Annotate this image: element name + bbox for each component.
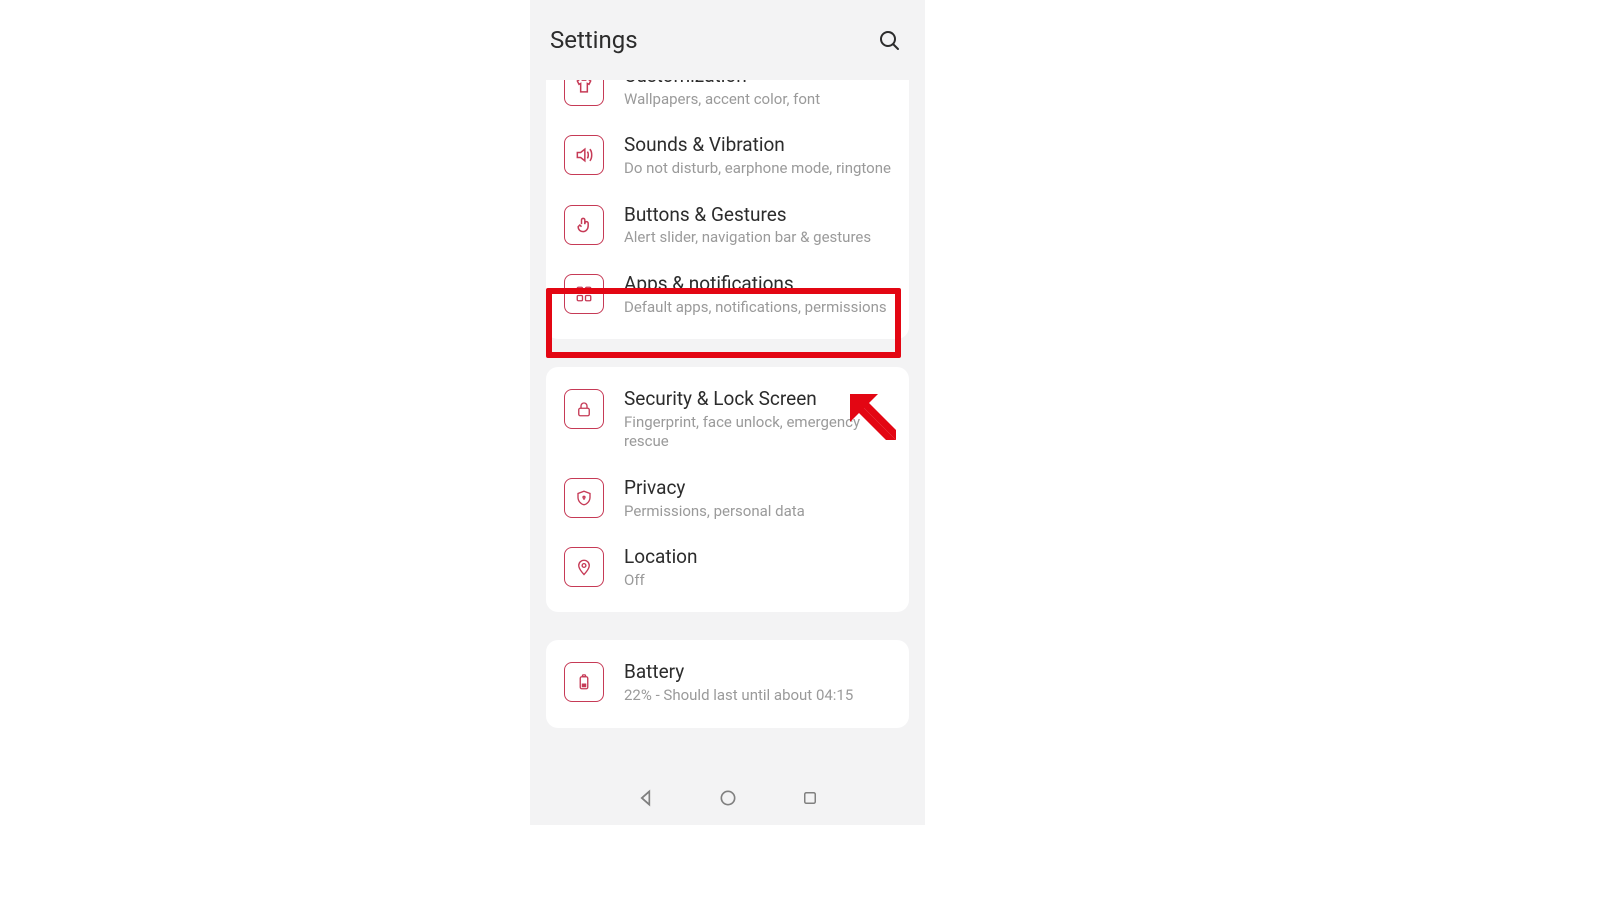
item-title: Security & Lock Screen: [624, 387, 891, 411]
item-text: Privacy Permissions, personal data: [624, 476, 891, 521]
item-text: Apps & notifications Default apps, notif…: [624, 272, 891, 317]
nav-recents-button[interactable]: [799, 787, 821, 809]
nav-back-button[interactable]: [635, 787, 657, 809]
apps-icon: [564, 274, 604, 314]
item-subtitle: 22% - Should last until about 04:15: [624, 686, 891, 706]
settings-header: Settings: [530, 0, 925, 80]
item-subtitle: Permissions, personal data: [624, 502, 891, 522]
circle-icon: [718, 788, 738, 808]
settings-card-security: Security & Lock Screen Fingerprint, face…: [546, 367, 909, 612]
item-title: Buttons & Gestures: [624, 203, 891, 227]
settings-item-security[interactable]: Security & Lock Screen Fingerprint, face…: [546, 375, 909, 464]
stage: Settings Customizat: [0, 0, 1600, 900]
settings-item-customization[interactable]: Customization Wallpapers, accent color, …: [546, 80, 909, 121]
settings-scroll[interactable]: Customization Wallpapers, accent color, …: [530, 80, 925, 770]
item-subtitle: Fingerprint, face unlock, emergency resc…: [624, 413, 891, 452]
settings-card-battery: Battery 22% - Should last until about 04…: [546, 640, 909, 727]
item-text: Battery 22% - Should last until about 04…: [624, 660, 891, 705]
item-subtitle: Do not disturb, earphone mode, ringtone: [624, 159, 891, 179]
item-text: Sounds & Vibration Do not disturb, earph…: [624, 133, 891, 178]
item-text: Location Off: [624, 545, 891, 590]
item-subtitle: Alert slider, navigation bar & gestures: [624, 228, 891, 248]
square-icon: [801, 789, 819, 807]
item-title: Sounds & Vibration: [624, 133, 891, 157]
search-button[interactable]: [875, 26, 903, 54]
gesture-icon: [564, 205, 604, 245]
item-subtitle: Wallpapers, accent color, font: [624, 90, 891, 110]
settings-item-sounds[interactable]: Sounds & Vibration Do not disturb, earph…: [546, 121, 909, 190]
item-title: Location: [624, 545, 891, 569]
page-title: Settings: [550, 26, 638, 54]
settings-item-battery[interactable]: Battery 22% - Should last until about 04…: [546, 648, 909, 717]
back-icon: [636, 788, 656, 808]
item-subtitle: Off: [624, 571, 891, 591]
item-title: Battery: [624, 660, 891, 684]
settings-card-personalization: Customization Wallpapers, accent color, …: [546, 80, 909, 339]
sound-icon: [564, 135, 604, 175]
item-text: Customization Wallpapers, accent color, …: [624, 80, 891, 109]
lock-icon: [564, 389, 604, 429]
item-title: Apps & notifications: [624, 272, 891, 296]
system-nav-bar: [530, 770, 925, 825]
item-text: Buttons & Gestures Alert slider, navigat…: [624, 203, 891, 248]
settings-item-location[interactable]: Location Off: [546, 533, 909, 602]
shield-icon: [564, 478, 604, 518]
phone-screen: Settings Customizat: [530, 0, 925, 825]
shirt-icon: [564, 80, 604, 106]
battery-icon: [564, 662, 604, 702]
item-title: Privacy: [624, 476, 891, 500]
item-subtitle: Default apps, notifications, permissions: [624, 298, 891, 318]
location-icon: [564, 547, 604, 587]
settings-item-buttons[interactable]: Buttons & Gestures Alert slider, navigat…: [546, 191, 909, 260]
item-title: Customization: [624, 80, 891, 88]
settings-item-apps[interactable]: Apps & notifications Default apps, notif…: [546, 260, 909, 329]
settings-item-privacy[interactable]: Privacy Permissions, personal data: [546, 464, 909, 533]
nav-home-button[interactable]: [717, 787, 739, 809]
search-icon: [877, 28, 901, 52]
item-text: Security & Lock Screen Fingerprint, face…: [624, 387, 891, 452]
